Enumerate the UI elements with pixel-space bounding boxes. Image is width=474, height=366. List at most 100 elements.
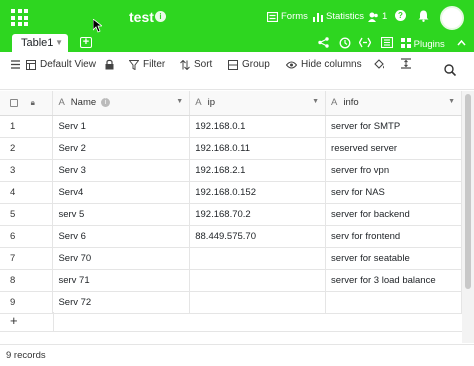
cell-info[interactable]: serv for NAS [325, 181, 462, 204]
row-height-icon[interactable] [401, 58, 411, 69]
tab-dropdown-icon[interactable]: ▼ [55, 38, 63, 47]
filter-icon [129, 59, 139, 70]
column-info-icon[interactable]: i [101, 98, 111, 108]
column-dropdown-icon[interactable]: ▼ [176, 98, 183, 105]
filter-button[interactable]: Filter [129, 59, 165, 70]
sidebar-toggle-button[interactable] [11, 60, 20, 69]
table-row[interactable]: 1 Serv 1 192.168.0.1 server for SMTP [0, 115, 462, 138]
tab-table1[interactable]: Table1 ▼ [12, 34, 68, 52]
select-all-checkbox[interactable] [10, 98, 18, 107]
users-icon [368, 12, 378, 22]
row-number: 5 [0, 203, 54, 226]
add-table-button[interactable]: + [80, 37, 92, 48]
row-number: 3 [0, 159, 54, 182]
column-header-ip[interactable]: Aip ▼ [189, 91, 327, 116]
search-icon[interactable] [444, 64, 456, 76]
table-row[interactable]: 9 Serv 72 [0, 291, 462, 314]
cell-name[interactable]: Serv 1 [52, 115, 191, 138]
table-row[interactable]: 2 Serv 2 192.168.0.11 reserved server [0, 137, 462, 160]
cell-info[interactable]: serv for frontend [325, 225, 462, 248]
notification-bell-icon[interactable] [418, 10, 429, 22]
base-info-icon[interactable]: i [155, 11, 166, 22]
cell-name[interactable]: Serv 72 [52, 291, 191, 314]
column-header-name[interactable]: A Name i ▼ [52, 91, 191, 116]
group-icon [228, 59, 238, 70]
column-dropdown-icon[interactable]: ▼ [448, 98, 455, 105]
hide-columns-label: Hide columns [301, 59, 362, 70]
column-ip-label: ip [207, 97, 215, 109]
text-type-icon: A [58, 97, 65, 109]
cell-name[interactable]: Serv4 [52, 181, 191, 204]
chevron-up-icon[interactable] [457, 39, 466, 46]
record-count: 9 records [6, 350, 46, 361]
mouse-cursor-icon [93, 19, 102, 33]
status-footer: 9 records [0, 344, 474, 366]
table-row[interactable]: 4 Serv4 192.168.0.152 serv for NAS [0, 181, 462, 204]
cell-info[interactable] [325, 291, 462, 314]
base-title: test [129, 9, 154, 25]
text-type-icon: A [195, 97, 202, 109]
row-number: 1 [0, 115, 54, 138]
table-row[interactable]: 6 Serv 6 88.449.575.70 serv for frontend [0, 225, 462, 248]
cell-name[interactable]: serv 71 [52, 269, 191, 292]
table-view-icon [26, 59, 36, 70]
statistics-icon [313, 12, 323, 22]
help-icon[interactable]: ? [395, 10, 406, 21]
cell-info[interactable]: server for seatable [325, 247, 462, 270]
forms-button[interactable]: Forms [267, 11, 308, 22]
plugins-button[interactable]: Plugins [401, 38, 445, 50]
cell-name[interactable]: Serv 6 [52, 225, 191, 248]
cell-name[interactable]: Serv 2 [52, 137, 191, 160]
paint-bucket-icon[interactable] [374, 59, 385, 70]
grid-header-row: 🔒︎ A Name i ▼ Aip ▼ Ainfo ▼ [0, 91, 462, 116]
cell-ip[interactable]: 192.168.70.2 [189, 203, 327, 226]
user-avatar[interactable] [440, 6, 464, 30]
apps-grid-icon[interactable] [11, 9, 28, 26]
add-row-button[interactable]: + [0, 312, 462, 332]
lock-icon[interactable] [105, 59, 114, 70]
row-number: 6 [0, 225, 54, 248]
hide-columns-button[interactable]: Hide columns [286, 59, 362, 70]
table-row[interactable]: 5 serv 5 192.168.70.2 server for backend [0, 203, 462, 226]
sort-label: Sort [194, 59, 213, 70]
cell-ip[interactable]: 192.168.0.152 [189, 181, 327, 204]
column-info-label: info [343, 97, 359, 109]
cell-info[interactable]: server fro vpn [325, 159, 462, 182]
sort-button[interactable]: Sort [180, 59, 212, 70]
cell-ip[interactable]: 192.168.0.1 [189, 115, 327, 138]
view-toolbar: Default View Filter Sort Group Hide colu… [0, 52, 474, 90]
cell-name[interactable]: Serv 3 [52, 159, 191, 182]
row-number: 7 [0, 247, 54, 270]
group-button[interactable]: Group [228, 59, 270, 70]
cell-name[interactable]: Serv 70 [52, 247, 191, 270]
column-header-info[interactable]: Ainfo ▼ [325, 91, 462, 116]
forms-icon [267, 11, 278, 22]
table-row[interactable]: 8 serv 71 server for 3 load balance [0, 269, 462, 292]
cell-ip[interactable] [189, 291, 327, 314]
cell-info[interactable]: server for backend [325, 203, 462, 226]
table-row[interactable]: 3 Serv 3 192.168.2.1 server fro vpn [0, 159, 462, 182]
cell-info[interactable]: server for 3 load balance [325, 269, 462, 292]
cell-ip[interactable]: 192.168.2.1 [189, 159, 327, 182]
cell-info[interactable]: server for SMTP [325, 115, 462, 138]
statistics-label: Statistics [326, 11, 365, 22]
plus-icon: + [10, 313, 18, 328]
cell-info[interactable]: reserved server [325, 137, 462, 160]
scrollbar-thumb[interactable] [465, 94, 471, 289]
api-icon[interactable] [359, 37, 371, 48]
cell-ip[interactable] [189, 269, 327, 292]
table-row[interactable]: 7 Serv 70 server for seatable [0, 247, 462, 270]
share-icon[interactable] [318, 37, 329, 48]
collaborators-button[interactable]: 1 [368, 11, 387, 22]
row-number: 9 [0, 291, 54, 314]
cell-name[interactable]: serv 5 [52, 203, 191, 226]
statistics-button[interactable]: Statistics [313, 11, 364, 22]
cell-ip[interactable]: 88.449.575.70 [189, 225, 327, 248]
view-selector[interactable]: Default View [26, 59, 96, 70]
column-dropdown-icon[interactable]: ▼ [312, 98, 319, 105]
history-icon[interactable] [339, 37, 351, 49]
settings-sliders-icon[interactable] [381, 37, 393, 48]
cell-ip[interactable] [189, 247, 327, 270]
row-number: 4 [0, 181, 54, 204]
cell-ip[interactable]: 192.168.0.11 [189, 137, 327, 160]
